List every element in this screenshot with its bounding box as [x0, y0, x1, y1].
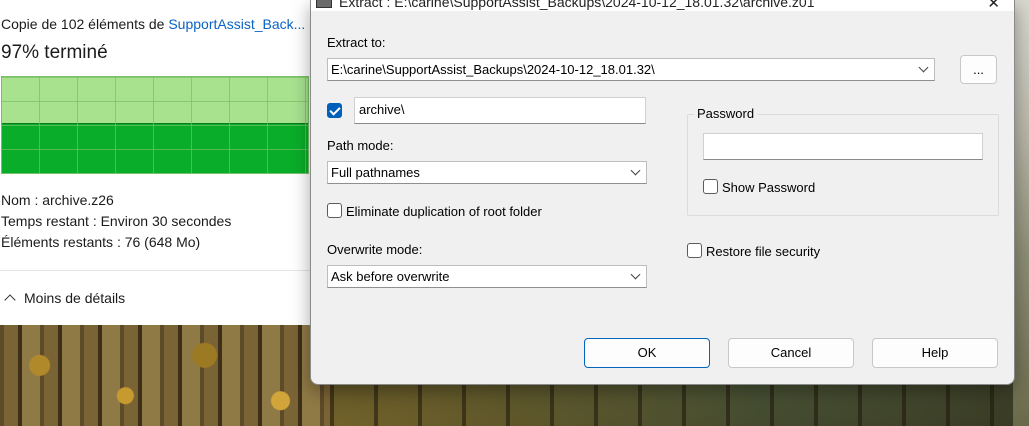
overwrite-mode-label: Overwrite mode: [327, 242, 423, 257]
close-icon[interactable]: ✕ [987, 0, 1000, 11]
copy-title-prefix: Copie de 102 éléments de [1, 16, 169, 32]
source-folder-link[interactable]: SupportAssist_Back... [168, 16, 305, 32]
extract-to-combobox[interactable]: E:\carine\SupportAssist_Backups\2024-10-… [327, 58, 935, 81]
ok-button[interactable]: OK [584, 338, 710, 368]
restore-security-label[interactable]: Restore file security [706, 244, 820, 259]
divider [0, 270, 310, 271]
transfer-speed-graph [1, 76, 309, 174]
browse-button[interactable]: ... [960, 55, 997, 84]
graph-grid [2, 77, 308, 173]
path-mode-label: Path mode: [327, 138, 394, 153]
extract-dialog: Extract : E:\carine\SupportAssist_Backup… [310, 0, 1015, 385]
restore-security-checkbox[interactable] [687, 243, 702, 258]
password-group [687, 114, 999, 216]
eliminate-duplication-label[interactable]: Eliminate duplication of root folder [346, 204, 542, 219]
subfolder-input[interactable]: archive\ [354, 97, 646, 124]
dialog-title: Extract : E:\carine\SupportAssist_Backup… [339, 0, 815, 10]
subfolder-value: archive\ [359, 102, 405, 117]
detail-items-remaining: Éléments restants : 76 (648 Mo) [1, 234, 201, 250]
detail-time-remaining: Temps restant : Environ 30 secondes [1, 213, 232, 229]
chevron-down-icon [918, 62, 929, 73]
subfolder-checkbox[interactable] [327, 103, 342, 118]
title-bar[interactable]: Extract : E:\carine\SupportAssist_Backup… [311, 0, 1014, 11]
extract-to-label: Extract to: [327, 35, 386, 50]
archive-app-icon [316, 0, 332, 8]
background-photo-detail [0, 325, 330, 426]
chevron-down-icon [630, 269, 641, 280]
chevron-up-icon [4, 294, 16, 306]
copy-title: Copie de 102 éléments de SupportAssist_B… [1, 16, 305, 32]
extract-to-value: E:\carine\SupportAssist_Backups\2024-10-… [331, 62, 655, 77]
password-input[interactable] [703, 133, 983, 160]
overwrite-mode-value: Ask before overwrite [331, 269, 450, 284]
percent-complete: 97% terminé [1, 42, 108, 63]
help-button[interactable]: Help [872, 338, 998, 368]
less-details-label: Moins de détails [24, 290, 126, 306]
background-edge [1013, 0, 1029, 426]
overwrite-mode-select[interactable]: Ask before overwrite [327, 265, 647, 288]
less-details-toggle[interactable]: Moins de détails [4, 290, 126, 306]
show-password-checkbox[interactable] [703, 179, 718, 194]
chevron-down-icon [630, 165, 641, 176]
eliminate-duplication-checkbox[interactable] [327, 203, 342, 218]
path-mode-select[interactable]: Full pathnames [327, 161, 647, 184]
password-label: Password [694, 106, 758, 121]
show-password-label[interactable]: Show Password [722, 180, 815, 195]
detail-name: Nom : archive.z26 [1, 192, 114, 208]
cancel-button[interactable]: Cancel [728, 338, 854, 368]
path-mode-value: Full pathnames [331, 165, 420, 180]
copy-progress-window: Copie de 102 éléments de SupportAssist_B… [0, 0, 310, 325]
